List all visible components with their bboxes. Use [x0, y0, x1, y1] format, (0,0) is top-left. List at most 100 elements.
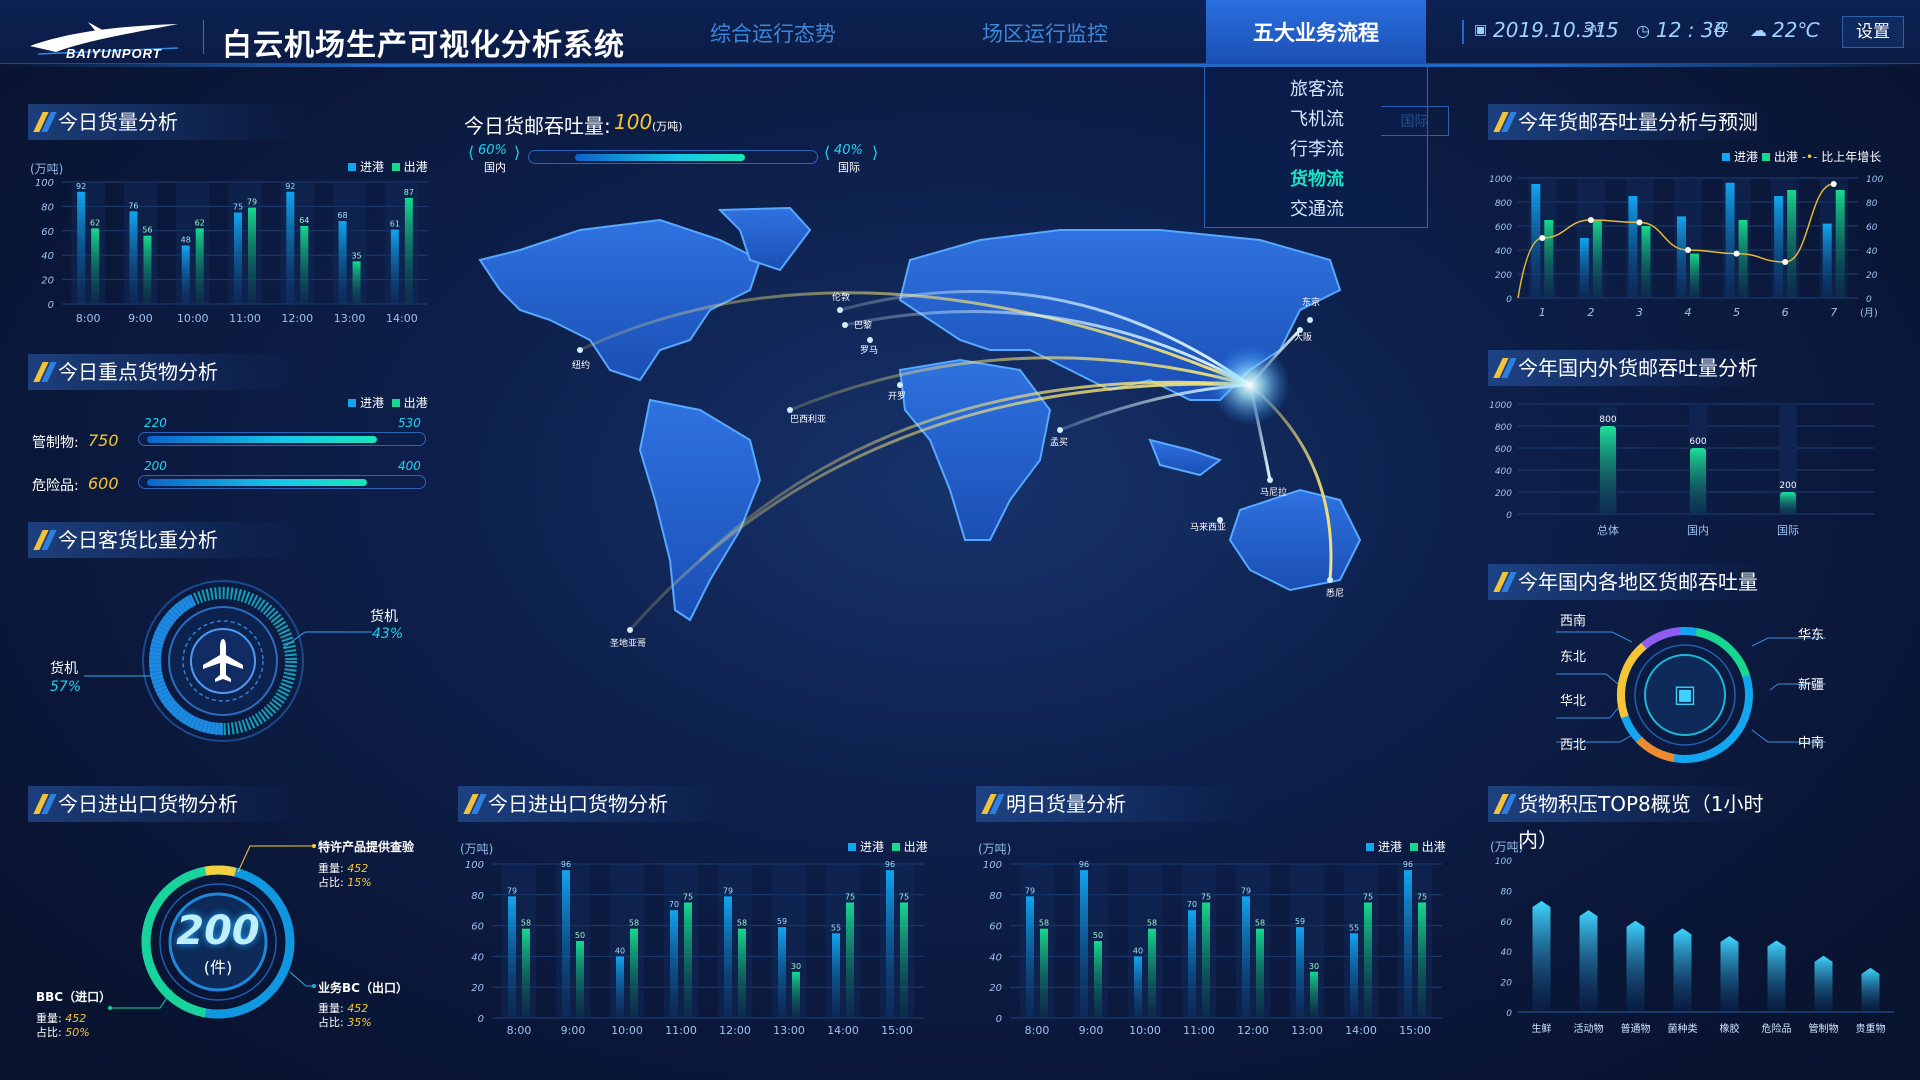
- bar-in: [1026, 896, 1034, 1018]
- key-cargo-controlled-bar: [138, 432, 426, 446]
- ie-bars-title: 今日进出口货物分析: [458, 786, 738, 822]
- ghost-tab-intl[interactable]: 国际: [1381, 106, 1449, 136]
- x-tick-label: 14:00: [827, 1024, 859, 1037]
- dropdown-item-cargo[interactable]: 货物流: [1205, 165, 1429, 191]
- data-label-in: 96: [1403, 860, 1413, 869]
- bar: [1814, 955, 1833, 1012]
- y-tick-label: 800: [1495, 423, 1512, 433]
- data-label-out: 58: [521, 919, 531, 928]
- tab-business-process[interactable]: 五大业务流程: [1206, 0, 1426, 64]
- bar-in: [670, 910, 678, 1018]
- world-map: 纽约 伦敦 巴黎 罗马 开罗 孟买 马尼拉 马来西亚 东京 大阪 巴西利亚 圣地…: [478, 206, 1362, 649]
- region-east: 华东: [1798, 628, 1825, 643]
- x-tick-label: 普通物: [1621, 1022, 1651, 1035]
- key-cargo-legend: 进港 出港: [348, 394, 428, 411]
- bar-in: [724, 896, 732, 1018]
- x-tick-label: 13:00: [334, 312, 366, 325]
- bar-in: [129, 211, 138, 304]
- y-tick-label: 800: [1495, 199, 1512, 209]
- today-cargo-legend: 进港 出港: [348, 158, 428, 175]
- key-cargo-controlled-out: 530: [398, 416, 421, 430]
- growth-point: [1636, 219, 1643, 226]
- clock-icon: ◷: [1636, 21, 1650, 40]
- bar-out: [1040, 928, 1048, 1018]
- data-label-in: 68: [337, 211, 347, 220]
- tomorrow-chart: 0 20 40 60 80 100 79 58 8:00 96 50 9:00 40 58 10:00 70 7…: [983, 860, 1442, 1037]
- y-tick-label: 0: [996, 1014, 1002, 1025]
- key-cargo-dangerous-out: 400: [398, 459, 421, 473]
- x-tick-label: 11:00: [1183, 1024, 1215, 1037]
- bar-in: [1242, 896, 1250, 1018]
- bar-bg: [1181, 864, 1217, 1018]
- bar-bg: [609, 864, 645, 1018]
- y-tick-label: 60: [471, 922, 484, 933]
- bar-in: [1725, 182, 1735, 298]
- data-label-out: 64: [299, 216, 309, 225]
- key-cargo-dangerous-value: 600: [88, 474, 119, 493]
- data-label-in: 96: [561, 860, 571, 869]
- bar-in: [508, 896, 516, 1018]
- city-santiago: 圣地亚哥: [610, 637, 646, 649]
- ie-item-3-ratio: 占比: 50%: [36, 1026, 90, 1039]
- y-tick-label: 60: [989, 922, 1002, 933]
- y-tick-label: 400: [1495, 467, 1512, 477]
- pax-plane-pct: 57%: [50, 679, 82, 695]
- bar-out: [1690, 253, 1699, 298]
- bar-bg: [385, 182, 419, 304]
- y-tick-label: 100: [983, 860, 1002, 871]
- x-tick-label: 8:00: [76, 312, 101, 325]
- data-label-out: 35: [351, 251, 361, 260]
- y-tick-label: 60: [1501, 918, 1513, 928]
- tab-overview[interactable]: 综合运行态势: [710, 18, 836, 48]
- settings-button[interactable]: 设置: [1842, 16, 1904, 48]
- bar-out: [91, 228, 100, 304]
- data-label: 600: [1689, 437, 1706, 447]
- bar-out: [738, 928, 746, 1018]
- data-label-in: 59: [777, 917, 787, 926]
- ie-bars-unit: (万吨): [460, 842, 494, 856]
- weather-icon: ☁: [1750, 21, 1767, 41]
- y-tick-label: 200: [1495, 489, 1512, 499]
- x-tick-label: 3: [1636, 306, 1643, 319]
- y-tick-label: 40: [41, 251, 54, 262]
- dropdown-item-passenger[interactable]: 旅客流: [1205, 75, 1429, 101]
- data-label-out: 75: [1201, 893, 1211, 902]
- region-northwest: 西北: [1560, 738, 1587, 753]
- bar-out: [248, 207, 256, 304]
- bar-in: [338, 221, 347, 304]
- data-label-out: 58: [1147, 919, 1157, 928]
- key-cargo-controlled-label: 管制物:: [32, 435, 79, 451]
- x-tick-label: 12:00: [281, 312, 313, 325]
- y2-tick-label: 100: [1866, 175, 1883, 185]
- bar-in: [1822, 223, 1832, 298]
- y-tick-label: 40: [1501, 948, 1513, 958]
- x-tick-label: 6: [1782, 306, 1789, 319]
- data-label-out: 58: [629, 919, 639, 928]
- tab-field-monitor[interactable]: 场区运行监控: [982, 18, 1108, 48]
- x-tick-label: 9:00: [128, 312, 153, 325]
- bar-in: [234, 212, 242, 304]
- data-label: 200: [1779, 481, 1796, 491]
- y-tick-label: 20: [471, 983, 484, 994]
- data-label-in: 48: [181, 235, 191, 244]
- bar-in: [1628, 196, 1638, 298]
- bar-in: [1296, 927, 1304, 1018]
- x-tick-label: 9:00: [1079, 1024, 1104, 1037]
- y-tick-label: 600: [1495, 445, 1512, 455]
- x-tick-label: 13:00: [1291, 1024, 1323, 1037]
- data-label-out: 50: [575, 931, 585, 940]
- today-cargo-unit: (万吨): [30, 162, 64, 176]
- dropdown-item-baggage[interactable]: 行李流: [1205, 135, 1429, 161]
- key-cargo-dangerous-in: 200: [144, 459, 167, 473]
- regions-title: 今年国内各地区货邮吞吐量: [1488, 564, 1768, 600]
- data-label-in: 79: [723, 886, 733, 895]
- bar-bg: [771, 864, 807, 1018]
- bar: [1579, 910, 1598, 1012]
- data-label-in: 92: [76, 182, 86, 191]
- bar-out: [1148, 928, 1156, 1018]
- x-tick-label: 15:00: [1399, 1024, 1431, 1037]
- bar-bg: [825, 864, 861, 1018]
- x-tick-label: 1: [1539, 306, 1546, 319]
- pax-plane-label: 货机: [50, 661, 78, 677]
- bar-in: [1774, 196, 1784, 298]
